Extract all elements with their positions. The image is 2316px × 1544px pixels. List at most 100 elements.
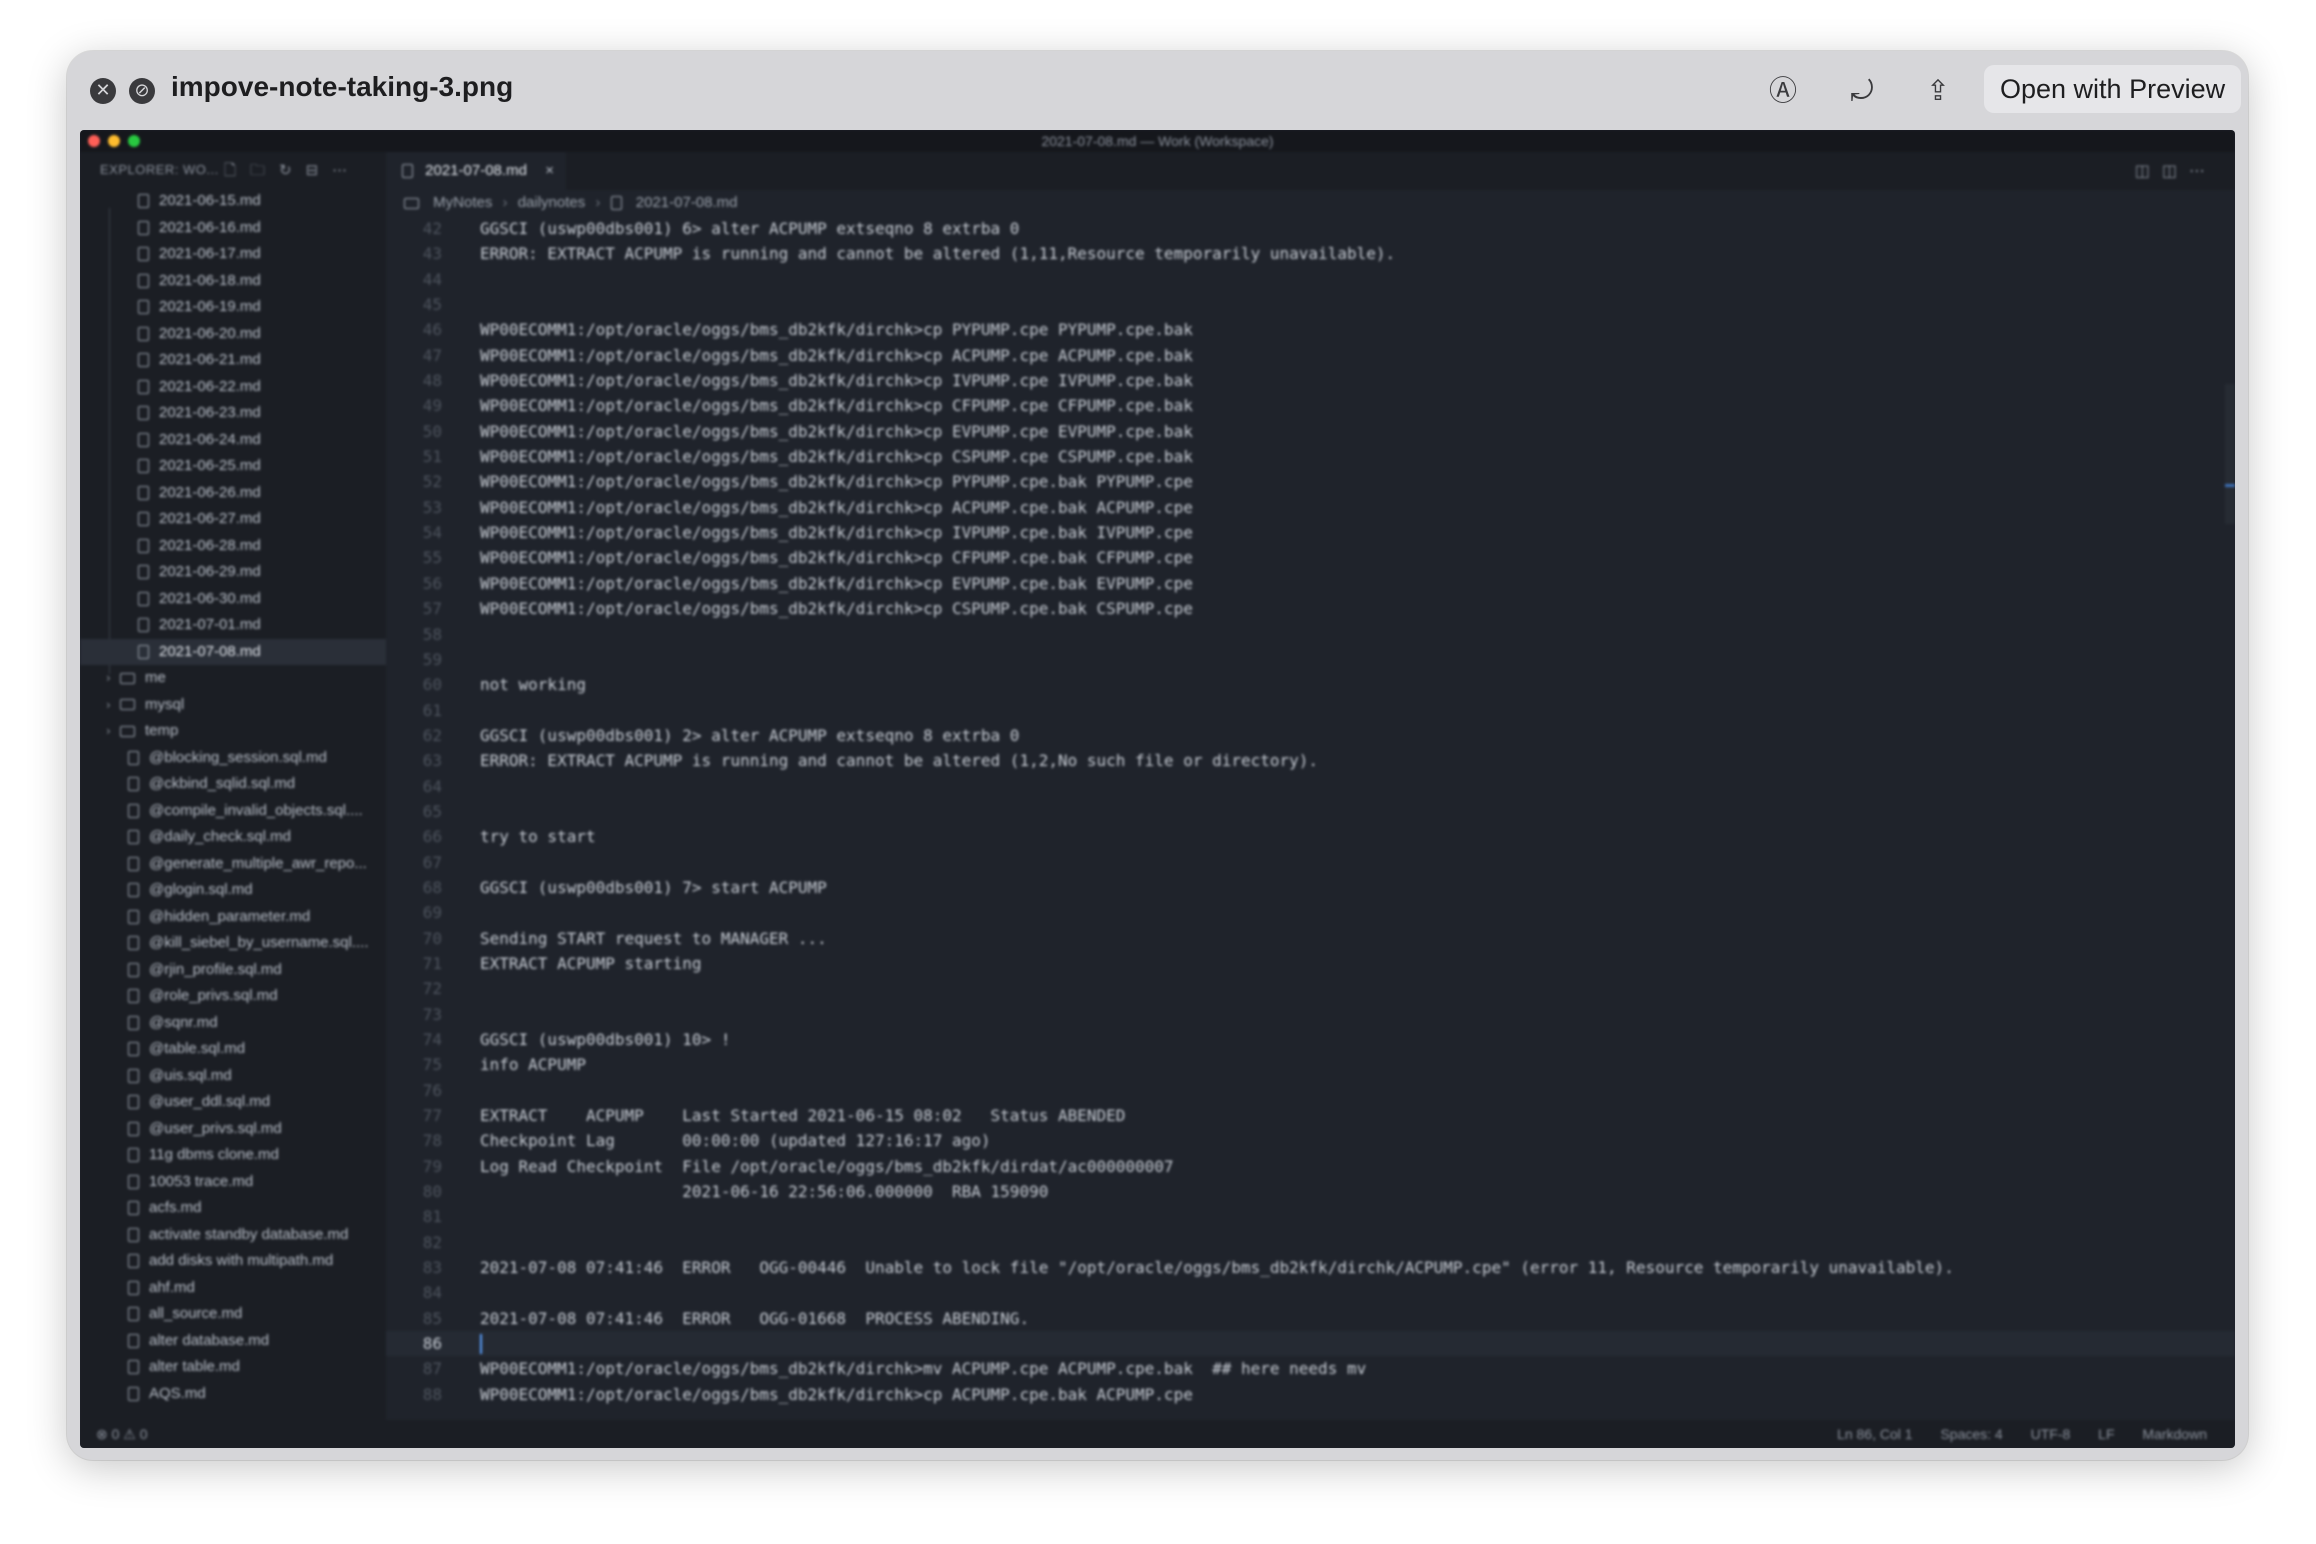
file-icon xyxy=(128,1148,139,1163)
line-number: 63 xyxy=(422,751,442,771)
code-line: 76 xyxy=(386,1078,2235,1103)
line-number: 42 xyxy=(422,219,442,238)
tree-file[interactable]: alter database.md xyxy=(80,1328,386,1355)
tree-item-label: 2021-06-24.md xyxy=(159,430,261,448)
tree-item-label: me xyxy=(145,669,166,686)
tree-file[interactable]: activate standby database.md xyxy=(80,1222,386,1249)
file-icon xyxy=(128,989,139,1004)
tree-file[interactable]: @role_privs.sql.md xyxy=(80,983,386,1010)
code-line: 48 WP00ECOMM1:/opt/oracle/oggs/bms_db2kfk… xyxy=(386,368,2235,393)
code-line: 47 WP00ECOMM1:/opt/oracle/oggs/bms_db2kfk… xyxy=(386,343,2235,368)
tree-file[interactable]: 2021-06-15.md xyxy=(80,188,386,215)
tree-file[interactable]: 2021-06-28.md xyxy=(80,533,386,560)
fullscreen-icon[interactable]: ⊘ xyxy=(129,78,155,104)
tree-file[interactable]: @sqnr.md xyxy=(80,1010,386,1037)
tree-file[interactable]: ahf.md xyxy=(80,1275,386,1302)
tree-file[interactable]: 2021-06-22.md xyxy=(80,374,386,401)
code-editor[interactable]: 42 GGSCI (uswp00dbs001) 6> alter ACPUMP e… xyxy=(386,216,2235,1420)
tree-file[interactable]: @ckbind_sqlid.sql.md xyxy=(80,771,386,798)
explorer-actions-icon[interactable]: 🗋🗀↻⊟⋯ xyxy=(224,152,361,188)
code-line: 81 xyxy=(386,1204,2235,1229)
file-icon xyxy=(138,353,149,368)
tree-file[interactable]: 2021-06-29.md xyxy=(80,559,386,586)
close-icon[interactable]: ✕ xyxy=(90,78,116,104)
eol-status[interactable]: LF xyxy=(2098,1426,2114,1442)
tree-file[interactable]: AQS.md xyxy=(80,1381,386,1408)
code-line: 66 try to start xyxy=(386,824,2235,849)
tree-file[interactable]: 2021-06-26.md xyxy=(80,480,386,507)
file-icon xyxy=(128,750,139,765)
file-icon xyxy=(128,1386,139,1401)
line-number: 54 xyxy=(422,523,442,543)
line-number: 70 xyxy=(422,928,442,948)
tree-file[interactable]: @blocking_session.sql.md xyxy=(80,745,386,772)
file-icon xyxy=(138,644,149,659)
file-icon xyxy=(402,164,413,179)
tree-item-label: alter table.md xyxy=(149,1358,240,1375)
file-icon xyxy=(128,830,139,845)
tree-file[interactable]: 2021-06-27.md xyxy=(80,506,386,533)
breadcrumb-item[interactable]: dailynotes xyxy=(518,194,586,211)
tree-file[interactable]: 2021-06-30.md xyxy=(80,586,386,613)
file-icon xyxy=(138,326,149,341)
breadcrumb-item[interactable]: 2021-07-08.md xyxy=(636,194,738,211)
tab-2021-07-08[interactable]: 2021-07-08.md × xyxy=(386,152,566,190)
tree-file[interactable]: 2021-06-21.md xyxy=(80,347,386,374)
tree-file[interactable]: @glogin.sql.md xyxy=(80,877,386,904)
share-icon[interactable]: ⇪ xyxy=(1920,73,1956,109)
tree-file[interactable]: 2021-06-18.md xyxy=(80,268,386,295)
tree-folder[interactable]: › temp xyxy=(80,718,386,745)
tree-file[interactable]: 10053 trace.md xyxy=(80,1169,386,1196)
tree-folder[interactable]: › me xyxy=(80,665,386,692)
tree-file[interactable]: @user_privs.sql.md xyxy=(80,1116,386,1143)
tree-file[interactable]: @user_ddl.sql.md xyxy=(80,1089,386,1116)
code-line: 51 WP00ECOMM1:/opt/oracle/oggs/bms_db2kfk… xyxy=(386,444,2235,469)
code-line: 75 info ACPUMP xyxy=(386,1052,2235,1077)
tree-item-label: add disks with multipath.md xyxy=(149,1252,334,1269)
tree-item-label: 2021-06-16.md xyxy=(159,218,261,236)
tab-close-icon[interactable]: × xyxy=(545,152,554,190)
line-number: 47 xyxy=(422,345,442,365)
line-number: 55 xyxy=(422,548,442,568)
line-number: 51 xyxy=(422,447,442,467)
tree-file[interactable]: 2021-06-25.md xyxy=(80,453,386,480)
problems-status[interactable]: ⊗ 0 ⚠ 0 xyxy=(96,1420,148,1448)
tree-file[interactable]: 2021-06-17.md xyxy=(80,241,386,268)
tree-file[interactable]: @compile_invalid_objects.sql.... xyxy=(80,798,386,825)
language-status[interactable]: Markdown xyxy=(2142,1426,2207,1442)
tree-file[interactable]: 2021-06-23.md xyxy=(80,400,386,427)
tree-file[interactable]: 2021-07-08.md xyxy=(80,638,386,665)
tree-file[interactable]: @table.sql.md xyxy=(80,1036,386,1063)
tree-file[interactable]: acfs.md xyxy=(80,1195,386,1222)
tree-file[interactable]: alter table.md xyxy=(80,1354,386,1381)
tree-file[interactable]: @rjin_profile.sql.md xyxy=(80,957,386,984)
encoding-status[interactable]: UTF-8 xyxy=(2031,1426,2071,1442)
tree-file[interactable]: 2021-06-19.md xyxy=(80,294,386,321)
tree-file[interactable]: @kill_siebel_by_username.sql.... xyxy=(80,930,386,957)
tree-file[interactable]: add disks with multipath.md xyxy=(80,1248,386,1275)
line-text: WP00ECOMM1:/opt/oracle/oggs/bms_db2kfk/d… xyxy=(480,396,1193,416)
indentation-status[interactable]: Spaces: 4 xyxy=(1940,1426,2002,1442)
tree-file[interactable]: @hidden_parameter.md xyxy=(80,904,386,931)
tree-file[interactable]: 2021-06-20.md xyxy=(80,321,386,348)
tree-file[interactable]: @daily_check.sql.md xyxy=(80,824,386,851)
cursor-position[interactable]: Ln 86, Col 1 xyxy=(1837,1426,1913,1442)
markup-icon[interactable]: Ⓐ xyxy=(1765,73,1801,109)
file-icon xyxy=(128,1227,139,1242)
tree-file[interactable]: all_source.md xyxy=(80,1301,386,1328)
editor-actions-icon[interactable]: ◫◫⋯ xyxy=(2135,152,2217,190)
scrollbar[interactable] xyxy=(2225,384,2235,524)
rotate-icon[interactable]: ⤾ xyxy=(1844,73,1880,109)
line-number: 83 xyxy=(422,1258,442,1278)
tree-file[interactable]: 2021-06-16.md xyxy=(80,215,386,242)
tree-folder[interactable]: › mysql xyxy=(80,692,386,719)
tree-file[interactable]: @generate_multiple_awr_repo... xyxy=(80,851,386,878)
code-line: 84 xyxy=(386,1280,2235,1305)
tree-file[interactable]: 2021-07-01.md xyxy=(80,612,386,639)
breadcrumb-item[interactable]: MyNotes xyxy=(433,194,492,211)
tree-file[interactable]: @uis.sql.md xyxy=(80,1063,386,1090)
tree-file[interactable]: 11g dbms clone.md xyxy=(80,1142,386,1169)
line-text: WP00ECOMM1:/opt/oracle/oggs/bms_db2kfk/d… xyxy=(480,472,1193,492)
open-with-preview-button[interactable]: Open with Preview xyxy=(1984,65,2242,113)
tree-file[interactable]: 2021-06-24.md xyxy=(80,427,386,454)
